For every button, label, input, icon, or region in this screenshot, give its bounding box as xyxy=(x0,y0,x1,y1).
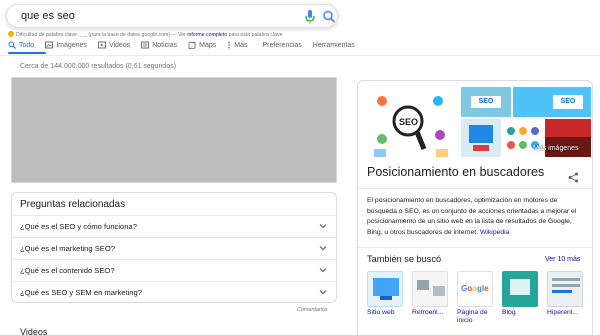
share-icon[interactable] xyxy=(568,170,579,188)
tab-preferencias[interactable]: Preferencias xyxy=(262,39,301,51)
chevron-down-icon xyxy=(319,224,327,229)
seo-tools-image[interactable] xyxy=(461,119,501,157)
more-images-link[interactable]: Más imágenes xyxy=(533,145,579,152)
tab-herramientas[interactable]: Herramientas xyxy=(313,39,355,51)
seo-banner-image[interactable]: SEO xyxy=(513,87,591,117)
search-input[interactable]: que es seo xyxy=(21,10,75,22)
question-row[interactable]: ¿Qué es el contenido SEO? xyxy=(12,259,336,281)
map-icon xyxy=(188,41,196,49)
knowledge-panel-description: El posicionamiento en buscadores, optimi… xyxy=(367,197,577,236)
question-row[interactable]: ¿Qué es el SEO y cómo funciona? xyxy=(12,215,336,237)
related-thumb-blog[interactable] xyxy=(502,271,538,307)
related-label[interactable]: Retroenl... xyxy=(412,309,452,317)
search-tabs: Todo Imágenes Videos Noticias Maps Más P… xyxy=(8,39,366,53)
tab-imagenes[interactable]: Imágenes xyxy=(45,39,87,51)
panel-divider xyxy=(358,247,592,248)
tab-videos[interactable]: Videos xyxy=(97,39,130,51)
search-icon[interactable] xyxy=(322,9,336,25)
knowledge-panel-title: Posicionamiento en buscadores xyxy=(367,165,545,179)
chevron-down-icon xyxy=(319,268,327,273)
microphone-icon[interactable] xyxy=(303,9,317,25)
full-report-link[interactable]: informe completo xyxy=(187,32,227,38)
seo-laptop-image[interactable]: SEO xyxy=(461,87,511,117)
related-label[interactable]: Página de inicio xyxy=(457,309,497,325)
keyword-difficulty-note: Dificultad de palabra clave: _ _ (para l… xyxy=(8,31,283,38)
chevron-down-icon xyxy=(319,246,327,251)
video-icon xyxy=(97,41,106,49)
news-icon xyxy=(141,41,150,49)
more-dots-icon xyxy=(228,41,231,49)
header-divider xyxy=(0,55,600,56)
extension-icon xyxy=(8,31,14,37)
blurred-featured-snippet xyxy=(11,77,337,183)
image-icon xyxy=(45,41,54,49)
panel-divider xyxy=(358,188,592,189)
related-thumb-hiperenlace[interactable] xyxy=(547,271,583,307)
related-questions-box: Preguntas relacionadas ¿Qué es el SEO y … xyxy=(11,192,337,303)
question-row[interactable]: ¿Qué es el marketing SEO? xyxy=(12,237,336,259)
results-count: Cerca de 144.000.000 resultados (0,61 se… xyxy=(20,63,177,70)
related-thumb-sitio-web[interactable] xyxy=(367,271,403,307)
tab-maps[interactable]: Maps xyxy=(188,39,216,51)
search-box[interactable]: que es seo xyxy=(6,4,338,28)
wikipedia-link[interactable]: Wikipedia xyxy=(480,229,509,236)
related-questions-title: Preguntas relacionadas xyxy=(20,199,126,210)
related-thumb-retroenlace[interactable] xyxy=(412,271,448,307)
search-icon xyxy=(8,41,16,49)
videos-heading: Videos xyxy=(20,327,48,335)
tab-noticias[interactable]: Noticias xyxy=(141,39,177,51)
feedback-link[interactable]: Comentarios xyxy=(297,307,328,313)
related-thumb-pagina-inicio[interactable]: Google xyxy=(457,271,493,307)
related-label[interactable]: Blog xyxy=(502,309,542,317)
also-searched-heading: También se buscó xyxy=(367,254,442,264)
svg-text:SEO: SEO xyxy=(399,117,418,127)
related-label[interactable]: Hiperenl... xyxy=(547,309,587,317)
see-more-link[interactable]: Ver 10 más xyxy=(545,256,580,263)
active-tab-indicator xyxy=(8,52,46,54)
seo-magnifier-illustration[interactable]: SEO xyxy=(368,87,458,163)
chevron-down-icon xyxy=(319,290,327,295)
tab-mas[interactable]: Más xyxy=(227,39,247,51)
related-label[interactable]: Sitio web xyxy=(367,309,407,317)
tab-todo[interactable]: Todo xyxy=(8,39,34,51)
question-row[interactable]: ¿Qué es SEO y SEM en marketing? xyxy=(12,281,336,303)
knowledge-panel: SEO SEO SEO Más imágenes Posicionamiento… xyxy=(357,80,593,335)
